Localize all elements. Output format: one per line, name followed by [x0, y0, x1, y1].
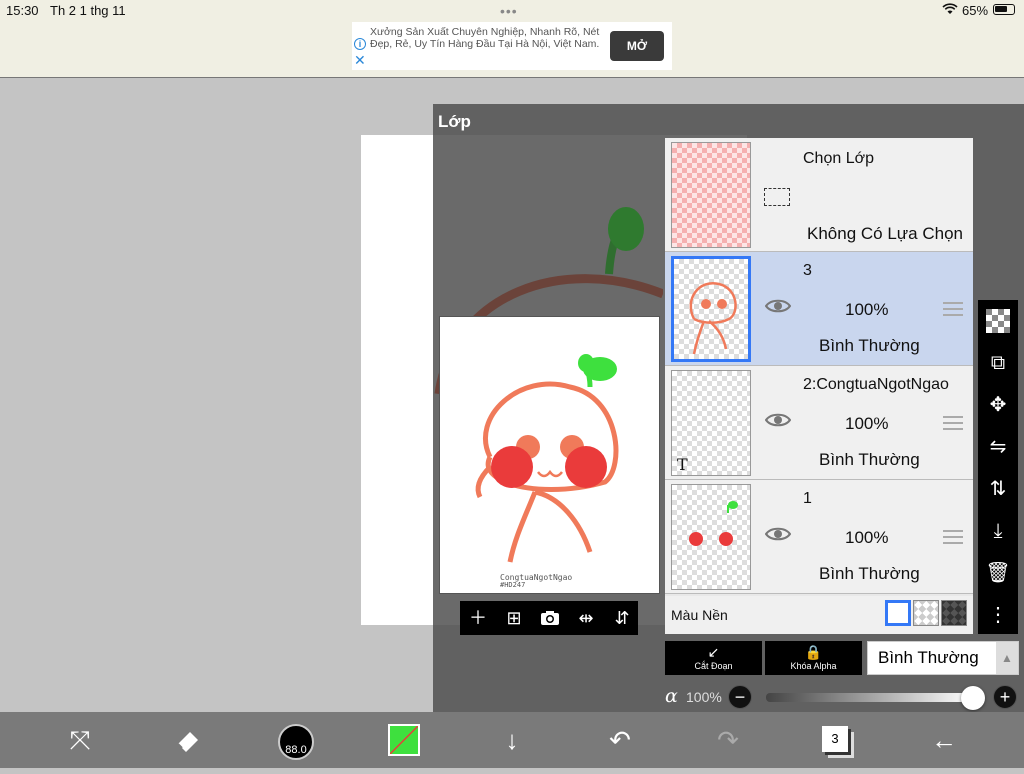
battery-percentage: 65%: [962, 3, 989, 18]
drag-handle-icon[interactable]: [943, 530, 963, 544]
status-time: 15:30: [6, 3, 39, 18]
alpha-lock-label: Khóa Alpha: [790, 661, 837, 671]
transform-icon[interactable]: ⤧: [60, 720, 100, 760]
opacity-value: 100%: [686, 689, 722, 705]
wifi-icon: [942, 3, 958, 18]
ad-text: Xưởng Sản Xuất Chuyên Nghiệp, Nhanh Rõ, …: [370, 26, 600, 50]
selection-rect-icon: [764, 188, 790, 206]
panel-title: Lớp: [438, 112, 471, 131]
watermark-line2: #HD247: [500, 581, 526, 589]
status-date: Th 2 1 thg 11: [50, 3, 126, 18]
bg-dark-swatch[interactable]: [941, 600, 967, 626]
layer-blend-mode: Bình Thường: [819, 450, 920, 469]
multitasking-dots-icon[interactable]: •••: [500, 3, 518, 19]
alpha-lock-button[interactable]: 🔒 Khóa Alpha: [765, 641, 862, 675]
ad-open-button[interactable]: MỞ: [610, 31, 664, 61]
opacity-decrease-button[interactable]: −: [728, 685, 752, 709]
layer-name: 3: [803, 262, 812, 279]
lock-icon: 🔒: [804, 644, 823, 660]
opacity-row: α 100% − +: [665, 685, 1023, 711]
drag-handle-icon[interactable]: [943, 416, 963, 430]
layers-button[interactable]: 3: [822, 726, 848, 752]
arrow-down-icon[interactable]: ↓: [492, 720, 532, 760]
bg-white-swatch[interactable]: [885, 600, 911, 626]
alpha-symbol: α: [665, 685, 678, 707]
opacity-slider[interactable]: [766, 693, 972, 702]
eye-icon[interactable]: [765, 298, 791, 314]
flip-horizontal-icon[interactable]: ⇹: [568, 601, 604, 635]
clipping-label: Cắt Đoạn: [694, 661, 733, 671]
checkerboard-icon[interactable]: [978, 300, 1018, 342]
layer-row-2[interactable]: T 2:CongtuaNgotNgao 100% Bình Thường: [665, 366, 973, 480]
merge-down-icon[interactable]: ⤓: [978, 510, 1018, 552]
eye-icon[interactable]: [765, 412, 791, 428]
battery-icon: [993, 4, 1015, 15]
layer-thumbnail: [671, 256, 751, 362]
camera-icon[interactable]: [532, 601, 568, 635]
layer-name: 1: [803, 490, 812, 507]
info-icon[interactable]: i: [354, 38, 366, 50]
selection-status: Không Có Lựa Chọn: [807, 224, 963, 243]
drag-handle-icon[interactable]: [943, 302, 963, 316]
bottom-toolbar: ⤧ 88.0 ↓ ↶ ↷ 3 ←: [0, 712, 1024, 768]
character-drawing: [475, 354, 619, 563]
blend-mode-select[interactable]: Bình Thường ▲: [867, 641, 1019, 675]
layer-opacity: 100%: [845, 528, 889, 547]
rotate-flip-icon[interactable]: ⇅: [978, 468, 1018, 510]
side-toolbar: ⧉ ✥ ⇋ ⇅ ⤓ 🗑 ⋮: [978, 300, 1018, 634]
add-copy-layer-icon[interactable]: ⊞: [496, 601, 532, 635]
background-color-row: Màu Nền: [665, 596, 973, 634]
clipping-button[interactable]: ↙ Cắt Đoạn: [665, 641, 762, 675]
layer-opacity: 100%: [845, 414, 889, 433]
canvas-preview: CongtuaNgotNgao #HD247: [439, 316, 660, 594]
text-layer-icon: T: [677, 455, 688, 474]
back-arrow-icon[interactable]: ←: [924, 720, 964, 760]
layer-name: 2:CongtuaNgotNgao: [803, 376, 949, 393]
layer-thumbnail: T: [671, 370, 751, 476]
clipping-icon: ↙: [707, 644, 720, 660]
bg-transparent-swatch[interactable]: [913, 600, 939, 626]
trash-icon[interactable]: 🗑: [978, 552, 1018, 594]
more-options-icon[interactable]: ⋮: [978, 594, 1018, 636]
flip-vertical-icon[interactable]: ⇵: [604, 601, 640, 635]
layer-list: Chọn Lớp Không Có Lựa Chọn 3 100% Bình T…: [665, 138, 973, 634]
move-icon[interactable]: ✥: [978, 384, 1018, 426]
blend-mode-value: Bình Thường: [878, 648, 979, 667]
flip-icon[interactable]: ⇋: [978, 426, 1018, 468]
swap-layers-icon[interactable]: ⧉: [978, 342, 1018, 384]
layer-panel: Lớp CongtuaNgotNgao #HD247 ＋ ⊞ ⇹ ⇵ Chọn …: [433, 104, 1024, 712]
eye-icon[interactable]: [765, 526, 791, 542]
layer-row-3[interactable]: 3 100% Bình Thường: [665, 252, 973, 366]
selection-thumbnail: [671, 142, 751, 248]
layer-thumbnail: [671, 484, 751, 590]
selection-layer[interactable]: Chọn Lớp Không Có Lựa Chọn: [665, 138, 973, 252]
chevron-up-icon: ▲: [996, 642, 1018, 674]
close-icon[interactable]: ✕: [354, 52, 366, 69]
status-bar: 15:30 Th 2 1 thg 11 ••• 65%: [0, 0, 1024, 20]
opacity-slider-knob[interactable]: [961, 686, 985, 710]
opacity-increase-button[interactable]: +: [993, 685, 1017, 709]
background-color-label: Màu Nền: [671, 607, 728, 623]
layer-opacity: 100%: [845, 300, 889, 319]
brush-size-button[interactable]: 88.0: [278, 724, 314, 760]
eraser-icon[interactable]: [168, 720, 208, 760]
ad-banner[interactable]: i ✕ Xưởng Sản Xuất Chuyên Nghiệp, Nhanh …: [352, 22, 672, 70]
layer-blend-mode: Bình Thường: [819, 336, 920, 355]
color-swatch[interactable]: [388, 724, 420, 756]
layer-blend-mode: Bình Thường: [819, 564, 920, 583]
ad-bar: i ✕ Xưởng Sản Xuất Chuyên Nghiệp, Nhanh …: [0, 20, 1024, 78]
layer-action-toolbar: ＋ ⊞ ⇹ ⇵: [460, 601, 638, 635]
add-layer-icon[interactable]: ＋: [460, 601, 496, 635]
undo-icon[interactable]: ↶: [600, 720, 640, 760]
layer-row-1[interactable]: 1 100% Bình Thường: [665, 480, 973, 594]
layer-properties: ↙ Cắt Đoạn 🔒 Khóa Alpha Bình Thường ▲ α …: [665, 641, 1023, 711]
redo-icon[interactable]: ↷: [708, 720, 748, 760]
selection-layer-title: Chọn Lớp: [803, 150, 874, 167]
